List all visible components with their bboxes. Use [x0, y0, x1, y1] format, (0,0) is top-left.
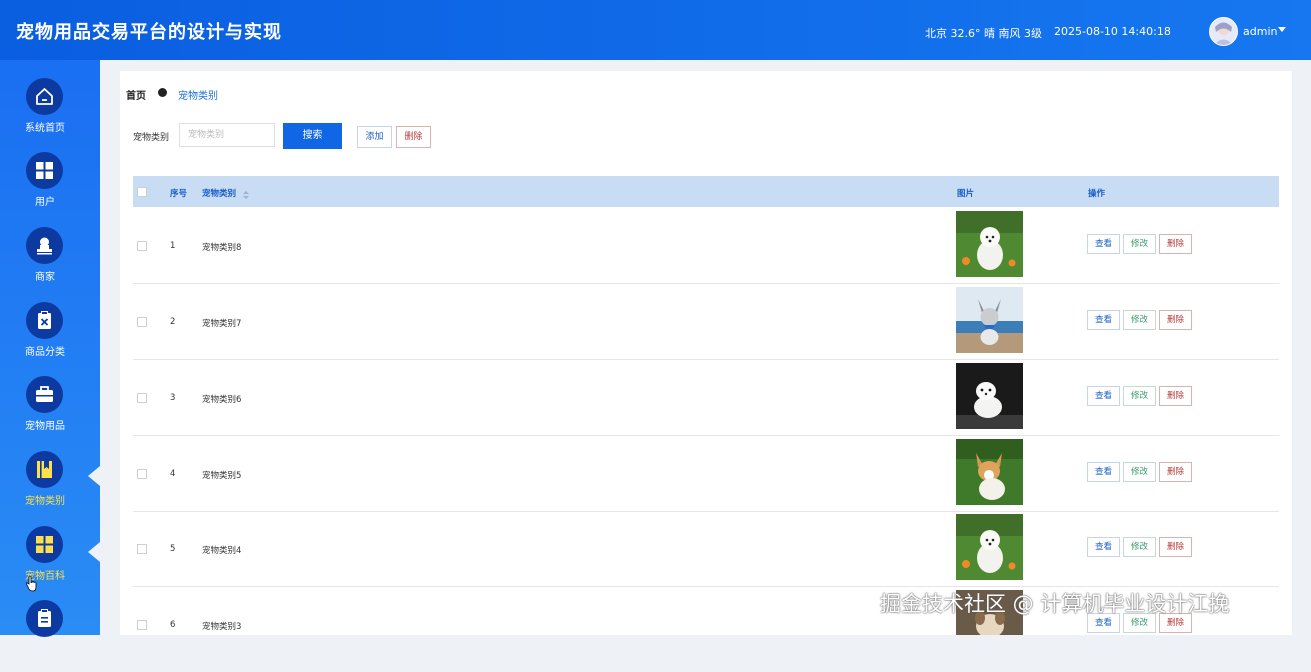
row-index: 2	[170, 317, 176, 327]
row-checkbox[interactable]	[137, 393, 147, 403]
edit-button[interactable]: 修改	[1123, 462, 1156, 482]
home-icon	[26, 78, 63, 115]
sidebar-item-product-categories[interactable]: 商品分类	[0, 302, 90, 374]
select-all-checkbox[interactable]	[137, 187, 147, 197]
sidebar: 系统首页 用户 商家 商品分类 宠物用品 宠物类别 宠物百科	[0, 60, 100, 637]
row-category: 宠物类别7	[202, 319, 242, 329]
briefcase-icon	[26, 376, 63, 413]
top-header: 宠物用品交易平台的设计与实现 北京 32.6° 晴 南风 3级 2025-08-…	[0, 0, 1311, 60]
edit-button[interactable]: 修改	[1123, 310, 1156, 330]
grid-icon	[26, 152, 63, 189]
sidebar-item-pet-supplies[interactable]: 宠物用品	[0, 376, 90, 448]
grid-icon	[26, 526, 63, 563]
sidebar-item-users[interactable]: 用户	[0, 152, 90, 224]
chevron-down-icon[interactable]	[1278, 27, 1286, 32]
row-checkbox[interactable]	[137, 620, 147, 630]
sidebar-item-label: 商品分类	[25, 347, 65, 358]
view-button[interactable]: 查看	[1087, 537, 1120, 557]
header-actions: 操作	[1088, 189, 1106, 199]
pet-image	[956, 514, 1023, 580]
sort-icon[interactable]	[243, 185, 249, 204]
search-button[interactable]: 搜索	[283, 123, 342, 149]
row-category: 宠物类别4	[202, 546, 242, 556]
watermark: 掘金技术社区 @ 计算机毕业设计江挽	[880, 592, 1230, 616]
row-index: 1	[170, 241, 176, 251]
row-checkbox[interactable]	[137, 544, 147, 554]
sidebar-item-label: 用户	[35, 197, 55, 208]
row-checkbox[interactable]	[137, 317, 147, 327]
datetime: 2025-08-10 14:40:18	[1054, 25, 1171, 38]
breadcrumb-home[interactable]: 首页	[126, 87, 146, 102]
sidebar-item-more[interactable]	[0, 600, 90, 672]
table-row: 3 宠物类别6 查看 修改 删除	[133, 360, 1279, 436]
hover-menu-indicator	[88, 542, 100, 562]
batch-delete-button[interactable]: 删除	[396, 126, 431, 148]
weather-info: 北京 32.6° 晴 南风 3级	[925, 27, 1042, 40]
row-checkbox[interactable]	[137, 469, 147, 479]
edit-button[interactable]: 修改	[1123, 234, 1156, 254]
pet-image	[956, 287, 1023, 353]
row-index: 3	[170, 393, 176, 403]
clipboard-icon	[26, 600, 63, 637]
table-row: 5 宠物类别4 查看 修改 删除	[133, 511, 1279, 587]
view-button[interactable]: 查看	[1087, 386, 1120, 406]
view-button[interactable]: 查看	[1087, 234, 1120, 254]
sidebar-item-merchants[interactable]: 商家	[0, 227, 90, 299]
row-index: 4	[170, 469, 176, 479]
table-row: 1 宠物类别8 查看 修改 删除	[133, 208, 1279, 284]
table-row: 4 宠物类别5 查看 修改 删除	[133, 436, 1279, 512]
row-checkbox[interactable]	[137, 241, 147, 251]
sidebar-item-pet-category[interactable]: 宠物类别	[0, 451, 90, 523]
sidebar-item-pet-encyclopedia[interactable]: 宠物百科	[0, 526, 90, 598]
row-index: 5	[170, 544, 176, 554]
table-header: 序号 宠物类别 图片 操作	[133, 176, 1279, 207]
delete-button[interactable]: 删除	[1159, 537, 1192, 557]
delete-button[interactable]: 删除	[1159, 462, 1192, 482]
sidebar-item-label: 商家	[35, 272, 55, 283]
header-category[interactable]: 宠物类别	[202, 187, 236, 199]
breadcrumb-separator-icon	[158, 88, 167, 97]
pet-image	[956, 363, 1023, 429]
hand-cursor-icon	[25, 575, 37, 596]
view-button[interactable]: 查看	[1087, 462, 1120, 482]
delete-button[interactable]: 删除	[1159, 234, 1192, 254]
header-image: 图片	[957, 189, 975, 199]
active-menu-indicator	[88, 466, 100, 486]
filter-label: 宠物类别	[133, 133, 170, 143]
username[interactable]: admin	[1243, 25, 1277, 38]
pet-image	[956, 211, 1023, 277]
user-stamp-icon	[26, 227, 63, 264]
sidebar-item-label: 宠物类别	[25, 496, 65, 507]
row-category: 宠物类别8	[202, 243, 242, 253]
clipboard-x-icon	[26, 302, 63, 339]
row-category: 宠物类别6	[202, 395, 242, 405]
pet-image	[956, 439, 1023, 505]
delete-button[interactable]: 删除	[1159, 386, 1192, 406]
row-category: 宠物类别5	[202, 471, 242, 481]
sidebar-item-label: 宠物百科	[25, 571, 65, 582]
sidebar-item-label: 系统首页	[25, 123, 65, 134]
edit-button[interactable]: 修改	[1123, 537, 1156, 557]
sidebar-item-home[interactable]: 系统首页	[0, 78, 90, 150]
delete-button[interactable]: 删除	[1159, 310, 1192, 330]
row-category: 宠物类别3	[202, 622, 242, 632]
category-search-input[interactable]	[179, 123, 275, 147]
sidebar-item-label: 宠物用品	[25, 421, 65, 432]
table-row: 2 宠物类别7 查看 修改 删除	[133, 284, 1279, 360]
header-index: 序号	[170, 189, 188, 199]
view-button[interactable]: 查看	[1087, 310, 1120, 330]
app-title: 宠物用品交易平台的设计与实现	[16, 22, 282, 43]
avatar[interactable]	[1209, 17, 1238, 46]
add-button[interactable]: 添加	[357, 126, 392, 148]
book-icon	[26, 451, 63, 488]
edit-button[interactable]: 修改	[1123, 386, 1156, 406]
breadcrumb-current: 宠物类别	[178, 91, 218, 102]
row-index: 6	[170, 620, 176, 630]
